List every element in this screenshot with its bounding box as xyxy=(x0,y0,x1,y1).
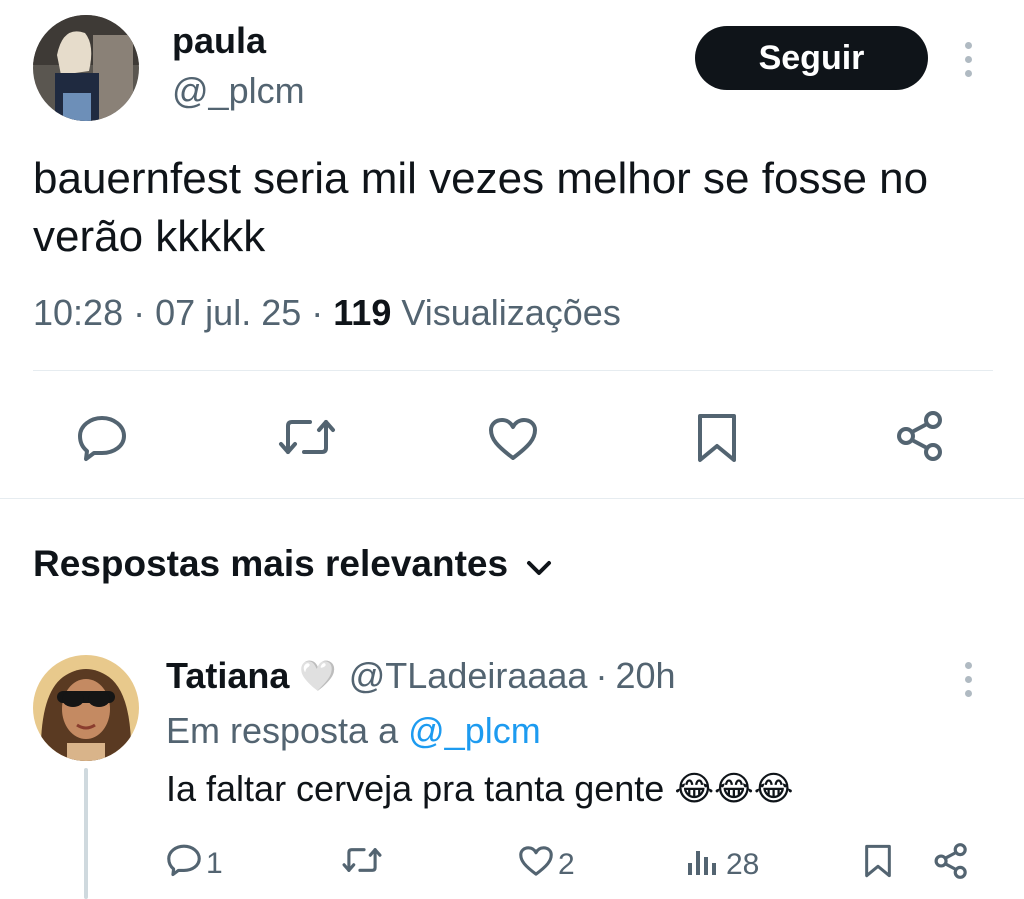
share-icon xyxy=(934,842,968,888)
author-name[interactable]: paula xyxy=(172,20,266,62)
tweet-date[interactable]: 07 jul. 25 xyxy=(155,292,301,333)
reply-avatar[interactable] xyxy=(33,655,139,761)
author-handle[interactable]: @_plcm xyxy=(172,70,305,112)
reply-more-options-icon[interactable] xyxy=(965,662,972,697)
reply-retweets-stat[interactable] xyxy=(342,845,386,883)
views-count: 119 xyxy=(333,292,392,333)
reply-author-handle[interactable]: @TLadeiraaaa xyxy=(349,655,588,697)
thread-line xyxy=(84,768,88,899)
views-label: Visualizações xyxy=(401,292,621,333)
chevron-down-icon xyxy=(526,543,552,585)
replies-count: 1 xyxy=(206,847,223,880)
retweet-icon xyxy=(342,845,382,883)
reply-separator: · xyxy=(595,655,608,696)
reply-likes-stat[interactable]: 2 xyxy=(518,845,575,885)
section-divider xyxy=(0,498,1024,499)
in-reply-prefix: Em resposta a xyxy=(166,710,399,751)
bookmark-icon xyxy=(864,843,892,887)
white-heart-emoji: 🤍 xyxy=(299,659,337,693)
like-icon xyxy=(518,845,554,885)
author-avatar[interactable] xyxy=(33,15,139,121)
reply-icon[interactable] xyxy=(76,414,128,462)
likes-count: 2 xyxy=(558,848,575,881)
sort-label: Respostas mais relevantes xyxy=(33,543,509,584)
reply-author-name[interactable]: Tatiana xyxy=(166,655,289,697)
meta-separator: · xyxy=(133,292,146,333)
reply-text: Ia faltar cerveja pra tanta gente 😂😂😂 xyxy=(166,768,794,810)
tweet-time[interactable]: 10:28 xyxy=(33,292,123,333)
tweet-text: bauernfest seria mil vezes melhor se fos… xyxy=(33,154,929,261)
reply-replies-stat[interactable]: 1 xyxy=(166,843,223,885)
laughing-emojis: 😂😂😂 xyxy=(674,770,794,808)
reply-views-stat[interactable]: 28 xyxy=(686,845,759,885)
bookmark-icon[interactable] xyxy=(696,412,738,464)
reply-icon xyxy=(166,843,202,885)
tweet-meta: 10:28 · 07 jul. 25 · 119 Visualizações xyxy=(33,292,621,334)
reply-share-stat[interactable] xyxy=(934,842,968,888)
like-icon[interactable] xyxy=(487,416,539,462)
more-options-icon[interactable] xyxy=(965,42,972,77)
reply-header: Tatiana 🤍 @TLadeiraaaa · 20h xyxy=(166,655,676,697)
retweet-icon[interactable] xyxy=(278,416,336,458)
reply-bookmark-stat[interactable] xyxy=(864,843,892,887)
in-reply-handle-link[interactable]: @_plcm xyxy=(408,710,541,751)
meta-separator: · xyxy=(311,292,324,333)
reply-body: Ia faltar cerveja pra tanta gente xyxy=(166,768,665,809)
views-count: 28 xyxy=(726,848,760,881)
replies-sort-dropdown[interactable]: Respostas mais relevantes xyxy=(33,543,552,585)
follow-button[interactable]: Seguir xyxy=(695,26,928,90)
share-icon[interactable] xyxy=(896,410,944,462)
in-reply-to: Em resposta a @_plcm xyxy=(166,710,541,752)
views-chart-icon xyxy=(686,845,722,885)
reply-time[interactable]: 20h xyxy=(615,655,675,697)
divider xyxy=(33,370,993,371)
